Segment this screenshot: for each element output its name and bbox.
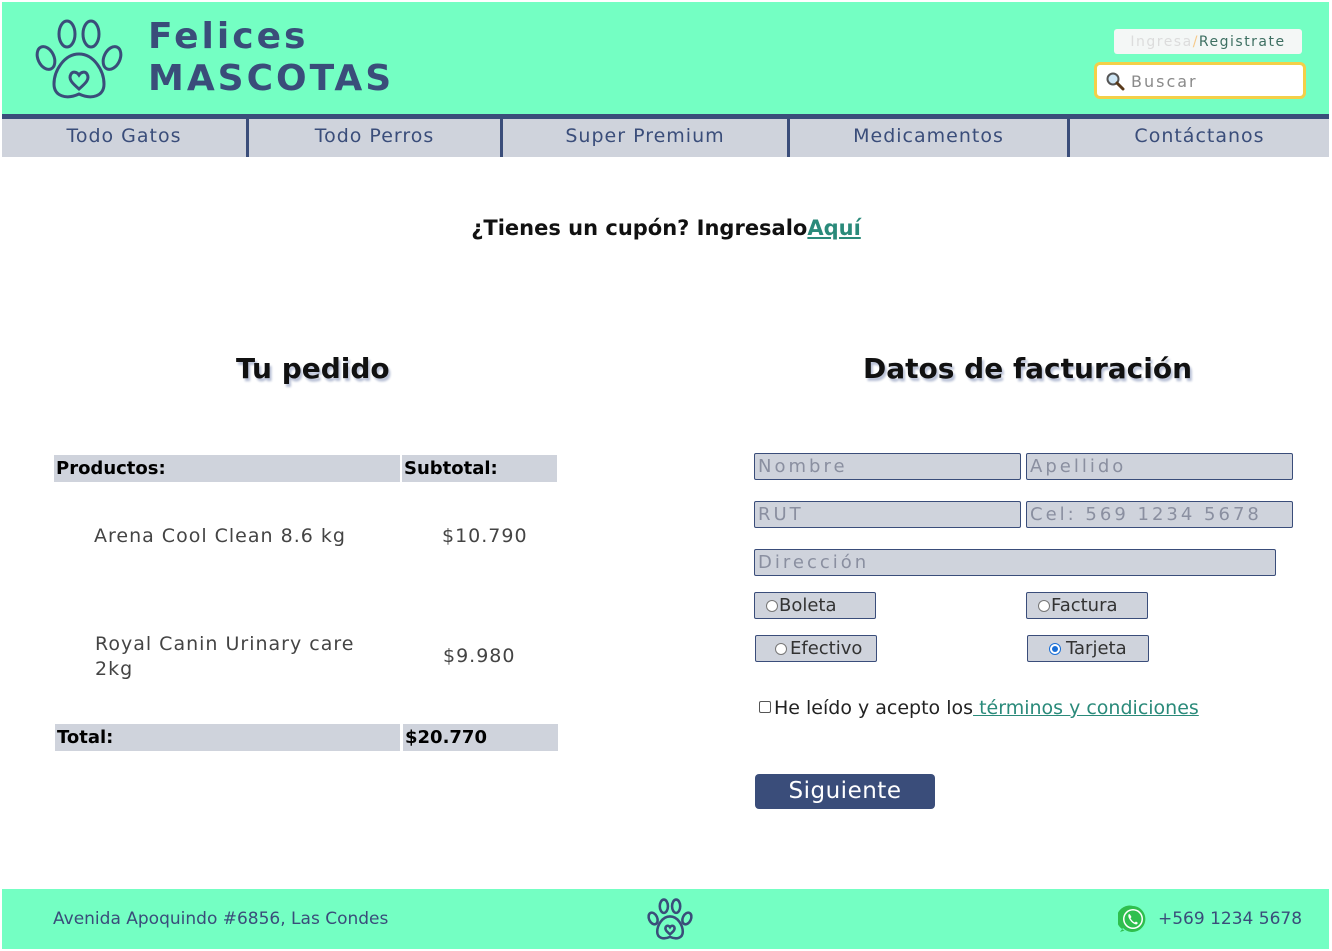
terms-link[interactable]: términos y condiciones <box>973 697 1199 719</box>
site-header: Felices MASCOTAS Ingresa/Registrate Busc… <box>2 2 1329 114</box>
nav-item-contactanos[interactable]: Contáctanos <box>1070 119 1329 157</box>
search-input[interactable]: Buscar <box>1131 72 1198 91</box>
radio-circle <box>1038 600 1050 612</box>
nombre-field[interactable]: Nombre <box>754 453 1021 480</box>
footer-phone: +569 1234 5678 <box>1158 909 1303 929</box>
radio-circle <box>775 643 787 655</box>
main-nav: Todo Gatos Todo Perros Super Premium Med… <box>2 114 1329 157</box>
phone-field[interactable]: Cel: 569 1234 5678 <box>1026 501 1293 528</box>
register-link[interactable]: Registrate <box>1199 34 1286 50</box>
tarjeta-radio[interactable]: Tarjeta <box>1027 635 1149 662</box>
search-box[interactable]: Buscar <box>1094 62 1306 99</box>
product-name: Arena Cool Clean 8.6 kg <box>94 525 346 547</box>
whatsapp-icon[interactable] <box>1118 904 1148 934</box>
login-link[interactable]: Ingresa <box>1130 34 1192 50</box>
paw-logo-icon[interactable] <box>34 16 124 102</box>
subtotal-header: Subtotal: <box>402 455 557 482</box>
nav-item-todo-gatos[interactable]: Todo Gatos <box>2 119 249 157</box>
product-name-line2: 2kg <box>95 658 134 680</box>
billing-title: Datos de facturación <box>863 352 1193 385</box>
nav-item-super-premium[interactable]: Super Premium <box>503 119 790 157</box>
brand-line2: MASCOTAS <box>148 58 395 99</box>
paw-icon <box>647 898 693 940</box>
boleta-label: Boleta <box>779 595 837 616</box>
product-name: Royal Canin Urinary care 2kg <box>95 632 354 682</box>
efectivo-label: Efectivo <box>790 638 863 659</box>
apellido-field[interactable]: Apellido <box>1026 453 1293 480</box>
footer-address: Avenida Apoquindo #6856, Las Condes <box>53 909 389 929</box>
coupon-text: ¿Tienes un cupón? Ingresalo <box>471 216 808 240</box>
terms-row: He leído y acepto los términos y condici… <box>759 697 1199 719</box>
auth-links: Ingresa/Registrate <box>1114 29 1302 54</box>
brand-name[interactable]: Felices MASCOTAS <box>148 16 394 100</box>
total-value: $20.770 <box>403 724 558 751</box>
nav-item-todo-perros[interactable]: Todo Perros <box>249 119 503 157</box>
nav-item-medicamentos[interactable]: Medicamentos <box>790 119 1070 157</box>
factura-label: Factura <box>1051 595 1118 616</box>
site-footer: Avenida Apoquindo #6856, Las Condes +569… <box>2 889 1329 949</box>
radio-circle-selected <box>1049 643 1061 655</box>
efectivo-radio[interactable]: Efectivo <box>755 635 877 662</box>
product-name-line1: Royal Canin Urinary care <box>95 633 355 655</box>
product-subtotal: $10.790 <box>442 525 528 547</box>
coupon-prompt: ¿Tienes un cupón? IngresaloAquí <box>0 216 1332 240</box>
boleta-radio[interactable]: Boleta <box>754 592 876 619</box>
terms-checkbox[interactable] <box>759 700 771 713</box>
products-header: Productos: <box>54 455 400 482</box>
coupon-link[interactable]: Aquí <box>807 216 860 240</box>
factura-radio[interactable]: Factura <box>1026 592 1148 619</box>
radio-circle <box>766 600 778 612</box>
product-subtotal: $9.980 <box>443 645 516 667</box>
rut-field[interactable]: RUT <box>754 501 1021 528</box>
order-title: Tu pedido <box>236 352 390 385</box>
terms-text: He leído y acepto los <box>774 697 974 719</box>
search-icon <box>1106 72 1125 91</box>
address-field[interactable]: Dirección <box>754 549 1276 576</box>
total-label: Total: <box>55 724 400 751</box>
next-button[interactable]: Siguiente <box>755 774 935 809</box>
brand-line1: Felices <box>148 16 309 57</box>
